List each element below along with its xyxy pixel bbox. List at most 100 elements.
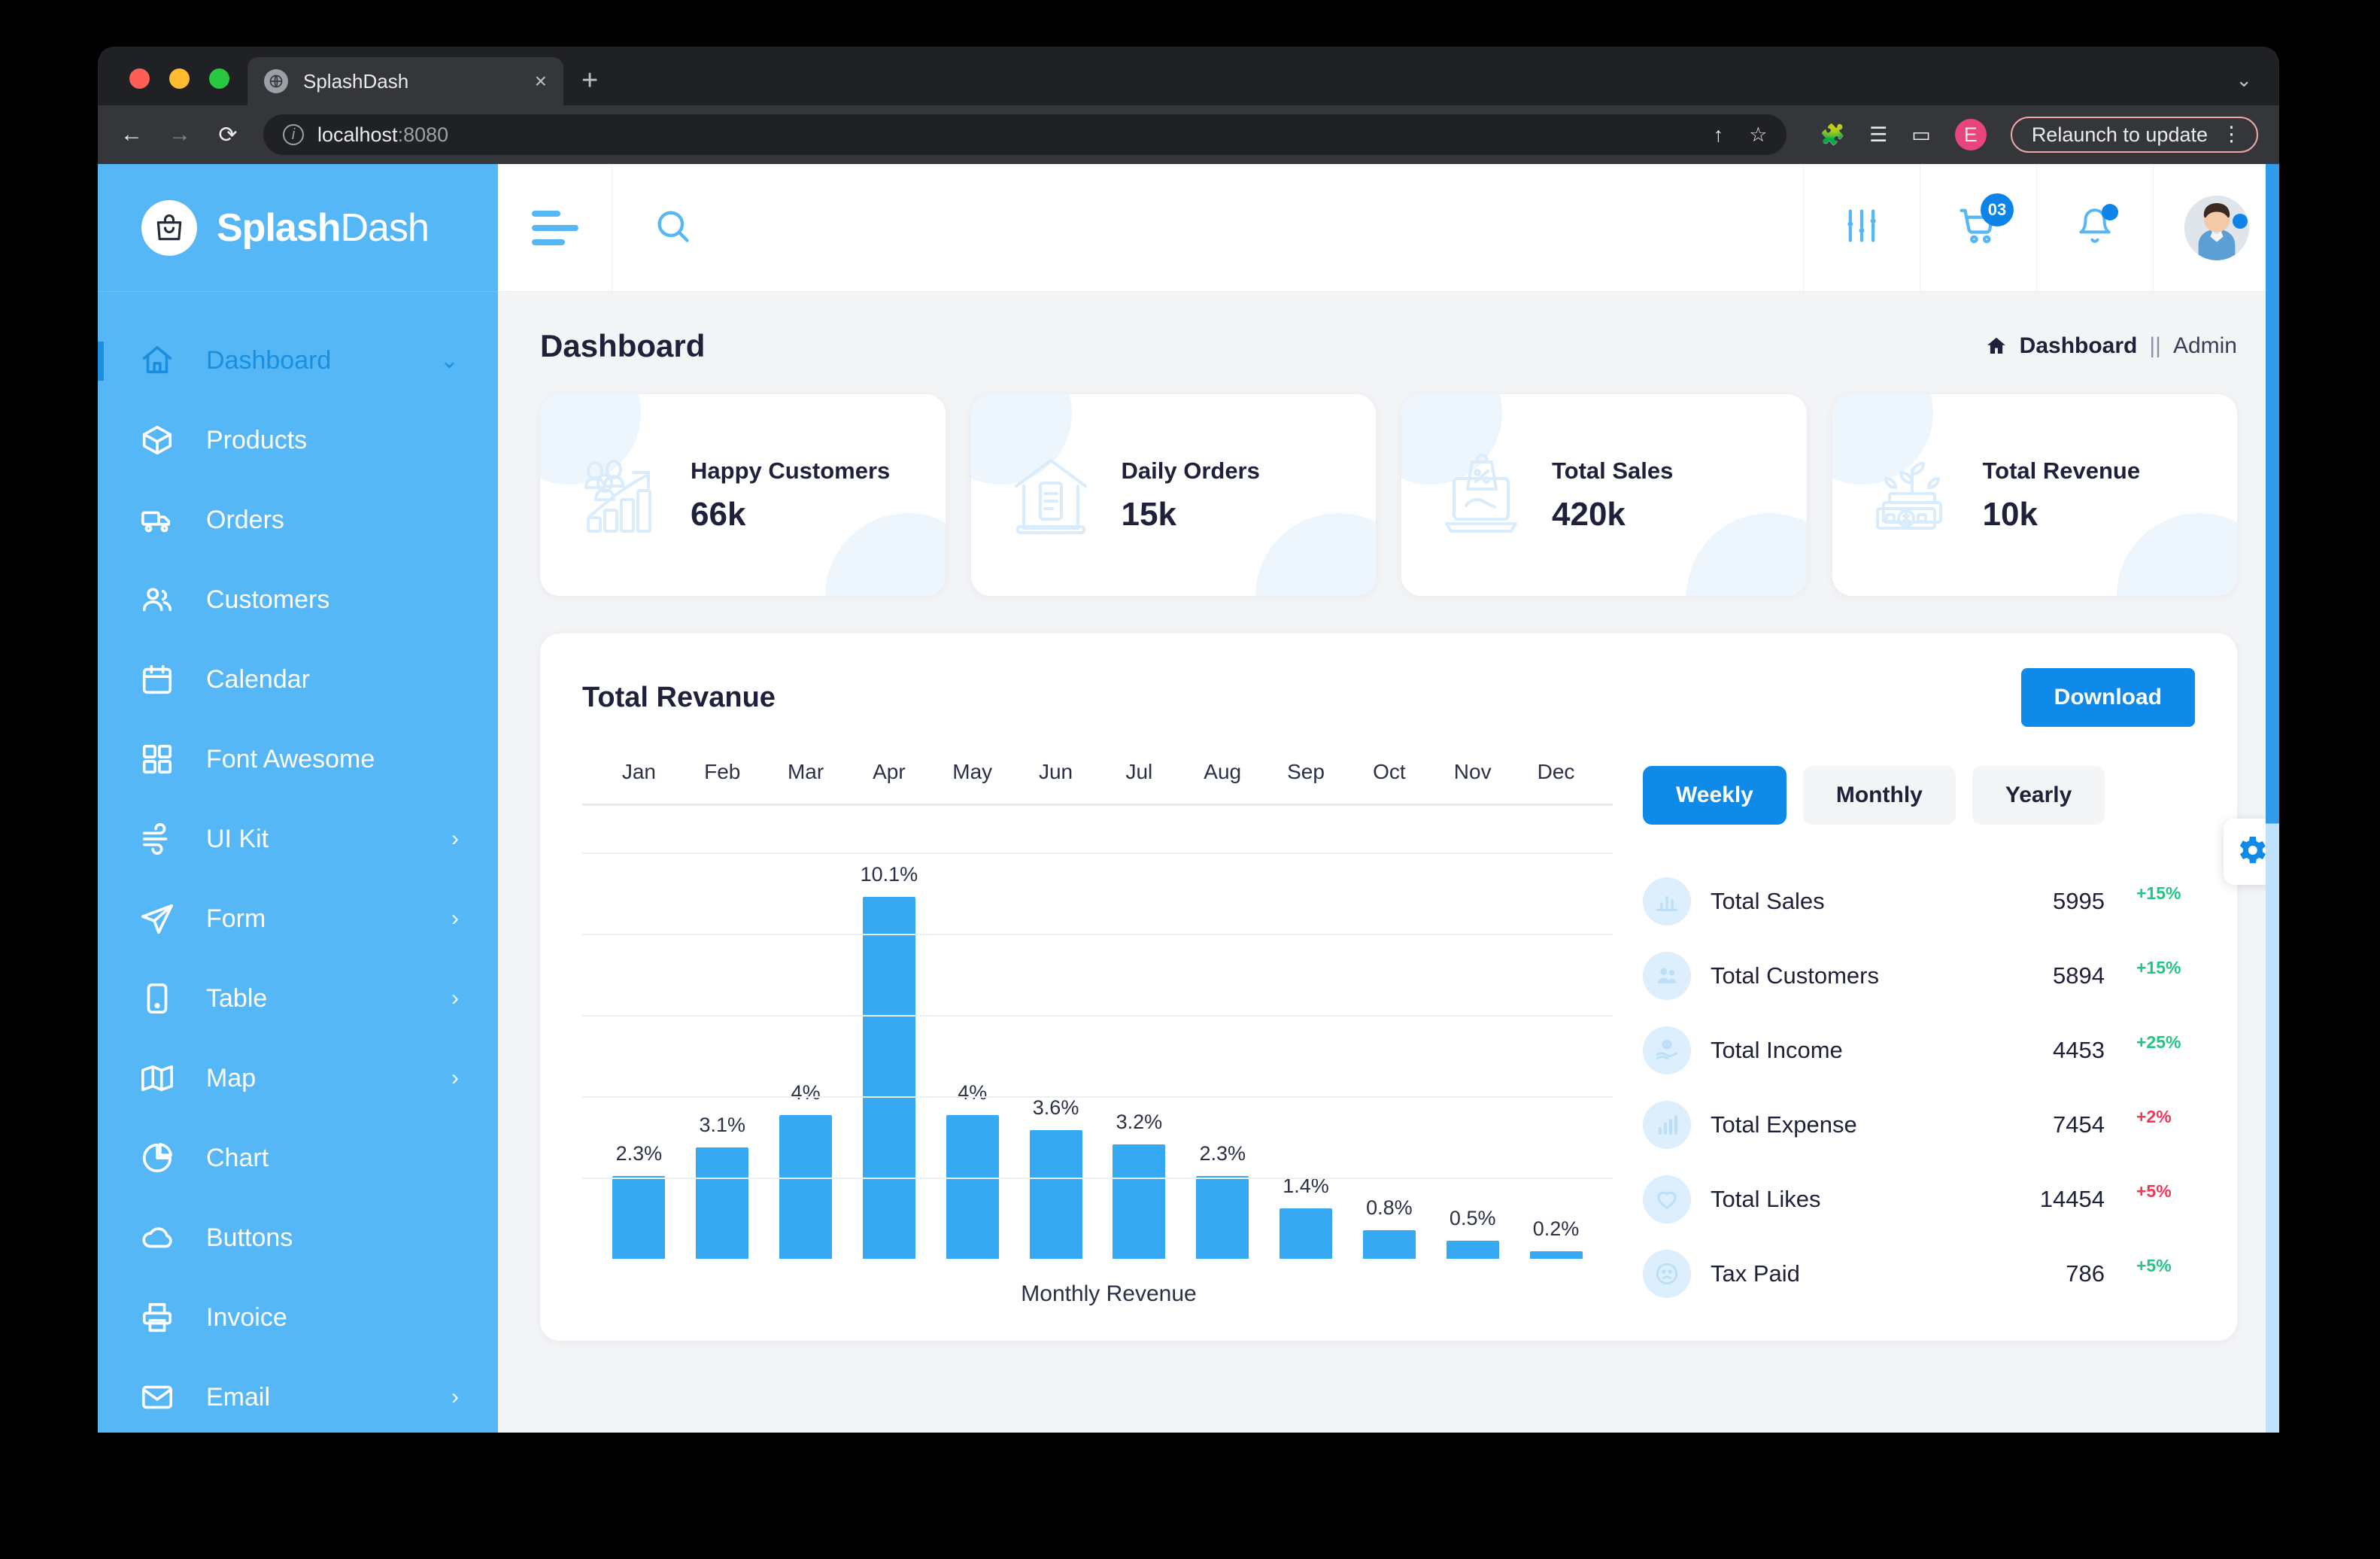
chart-bar[interactable]	[1113, 1144, 1166, 1259]
sidebar-item-products[interactable]: Products	[98, 400, 498, 480]
chart-bar-slot[interactable]: 3.1%	[681, 852, 764, 1259]
chart-bar-slot[interactable]: 3.6%	[1014, 852, 1097, 1259]
hand-money-icon	[1643, 1026, 1691, 1074]
sidebar-item-buttons[interactable]: Buttons	[98, 1198, 498, 1278]
period-tab-monthly[interactable]: Monthly	[1802, 766, 1956, 825]
users-icon	[1643, 951, 1691, 1000]
bookmark-star-icon[interactable]: ☆	[1749, 123, 1767, 147]
sidebar-item-map[interactable]: Map ›	[98, 1038, 498, 1118]
chart-bar[interactable]	[1196, 1176, 1249, 1259]
sidebar-item-chart[interactable]: Chart	[98, 1118, 498, 1198]
back-button[interactable]: ←	[119, 122, 144, 147]
header-search-button[interactable]	[612, 164, 733, 291]
chart-bar[interactable]	[1280, 1208, 1333, 1259]
tab-title: SplashDash	[303, 69, 409, 93]
chart-bar[interactable]	[946, 1115, 999, 1259]
sidebar-item-orders[interactable]: Orders	[98, 480, 498, 560]
kpi-value: 15k	[1121, 495, 1176, 533]
chart-month-label: May	[952, 760, 993, 783]
chart-bar-slot[interactable]: 0.5%	[1431, 852, 1514, 1259]
chart-bar[interactable]	[696, 1147, 749, 1259]
chart-bar[interactable]	[862, 896, 915, 1259]
app-logo[interactable]: SplashDash	[98, 164, 498, 292]
sidebar-item-font-awesome[interactable]: Font Awesome	[98, 719, 498, 799]
pie-chart-icon	[140, 1141, 175, 1175]
tab-close-icon[interactable]: ×	[535, 71, 547, 92]
address-bar[interactable]: i localhost:8080 ↑ ☆	[263, 114, 1787, 155]
download-button[interactable]: Download	[2020, 668, 2195, 727]
header-cart-button[interactable]: 03	[1920, 164, 2036, 291]
relaunch-label: Relaunch to update	[2031, 123, 2208, 146]
reload-button[interactable]: ⟳	[215, 122, 241, 148]
reading-list-icon[interactable]: ☰	[1869, 123, 1887, 147]
chart-bar[interactable]	[779, 1115, 833, 1259]
sidebar-item-label: Map	[206, 1063, 257, 1093]
chart-bar-value-label: 0.8%	[1366, 1196, 1413, 1219]
chart-bar[interactable]	[1362, 1229, 1416, 1259]
breadcrumb-sub: Admin	[2172, 333, 2237, 358]
home-icon	[1985, 335, 2008, 357]
chart-bar[interactable]	[1029, 1129, 1082, 1259]
stat-delta-badge: +15%	[2136, 958, 2181, 977]
main-area: 03 Dashboard Dashboard || Admin Happy Cu…	[498, 164, 2279, 1433]
maximize-window-button[interactable]	[209, 68, 229, 89]
sidebar-item-label: Table	[206, 983, 268, 1013]
browser-profile-avatar[interactable]: E	[1954, 119, 1987, 150]
relaunch-to-update-button[interactable]: Relaunch to update ⋮	[2010, 117, 2258, 153]
sidebar-item-calendar[interactable]: Calendar	[98, 640, 498, 719]
sidebar-item-invoice[interactable]: Invoice	[98, 1278, 498, 1357]
tabstrip-chevron-down-icon[interactable]: ⌄	[2236, 68, 2252, 92]
chart-bar-slot[interactable]: 0.2%	[1514, 852, 1598, 1259]
browser-toolbar: ← → ⟳ i localhost:8080 ↑ ☆ 🧩 ☰ ▭ E Relau…	[98, 105, 2279, 164]
chart-month-label: Dec	[1537, 760, 1575, 783]
sidebar-item-customers[interactable]: Customers	[98, 560, 498, 640]
chart-bar-slot[interactable]: 4%	[930, 852, 1014, 1259]
header-spacer	[733, 164, 1803, 291]
chart-bar-slot[interactable]: 0.8%	[1347, 852, 1431, 1259]
header-profile-button[interactable]	[2153, 164, 2279, 291]
sidebar-item-label: Buttons	[206, 1223, 293, 1252]
side-panel-icon[interactable]: ▭	[1911, 123, 1931, 147]
header-filters-button[interactable]	[1803, 164, 1920, 291]
bars-icon	[1643, 1100, 1691, 1149]
revenue-panel-title: Total Revanue	[582, 681, 776, 713]
breadcrumb-current[interactable]: Dashboard	[2020, 333, 2138, 359]
sidebar-item-label: Email	[206, 1382, 271, 1412]
bell-icon	[2076, 204, 2118, 248]
period-tab-weekly[interactable]: Weekly	[1643, 766, 1787, 825]
chart-bar-slot[interactable]: 2.3%	[1181, 852, 1264, 1259]
sidebar-item-dashboard[interactable]: Dashboard ⌄	[98, 321, 498, 400]
browser-menu-kebab-icon[interactable]: ⋮	[2221, 124, 2242, 144]
chart-bar-slot[interactable]: 3.2%	[1097, 852, 1181, 1259]
logo-bold: Splash	[217, 205, 341, 250]
minimize-window-button[interactable]	[169, 68, 190, 89]
site-info-icon[interactable]: i	[283, 124, 304, 145]
chart-plot-area: 2.3% 3.1% 4% 10.1% 4% 3.6% 3.2% 2.3% 1.4% 0.8% 0.5…	[582, 852, 1613, 1259]
forward-button[interactable]: →	[167, 122, 193, 147]
page-scrollbar[interactable]	[2266, 164, 2279, 1433]
sidebar-item-ui-kit[interactable]: UI Kit ›	[98, 799, 498, 879]
chart-bar-slot[interactable]: 4%	[764, 852, 848, 1259]
chevron-right-icon: ›	[451, 986, 459, 1010]
chart-bar-slot[interactable]: 2.3%	[597, 852, 681, 1259]
sidebar-item-email[interactable]: Email ›	[98, 1357, 498, 1433]
chart-bar[interactable]	[1529, 1251, 1583, 1259]
header-notifications-button[interactable]	[2036, 164, 2153, 291]
close-window-button[interactable]	[129, 68, 150, 89]
period-tab-yearly[interactable]: Yearly	[1972, 766, 2105, 825]
revenue-panel-header: Total Revanue Download	[582, 668, 2195, 727]
chart-x-axis-labels: Jan Feb Mar Apr May Jun Jul Aug Sep Oct Nov Dec	[582, 760, 1613, 806]
chart-bar[interactable]	[612, 1176, 666, 1259]
browser-tab[interactable]: SplashDash ×	[247, 57, 563, 105]
mail-icon	[140, 1380, 175, 1415]
new-tab-button[interactable]: +	[581, 66, 598, 95]
chart-bar[interactable]	[1446, 1241, 1499, 1259]
sliders-icon	[1842, 206, 1881, 249]
share-icon[interactable]: ↑	[1714, 123, 1724, 147]
chart-bar-slot[interactable]: 1.4%	[1264, 852, 1348, 1259]
menu-toggle-button[interactable]	[498, 164, 612, 291]
sidebar-item-form[interactable]: Form ›	[98, 879, 498, 959]
sidebar-item-table[interactable]: Table ›	[98, 959, 498, 1038]
chart-bar-slot[interactable]: 10.1%	[847, 852, 930, 1259]
extensions-puzzle-icon[interactable]: 🧩	[1820, 123, 1845, 147]
